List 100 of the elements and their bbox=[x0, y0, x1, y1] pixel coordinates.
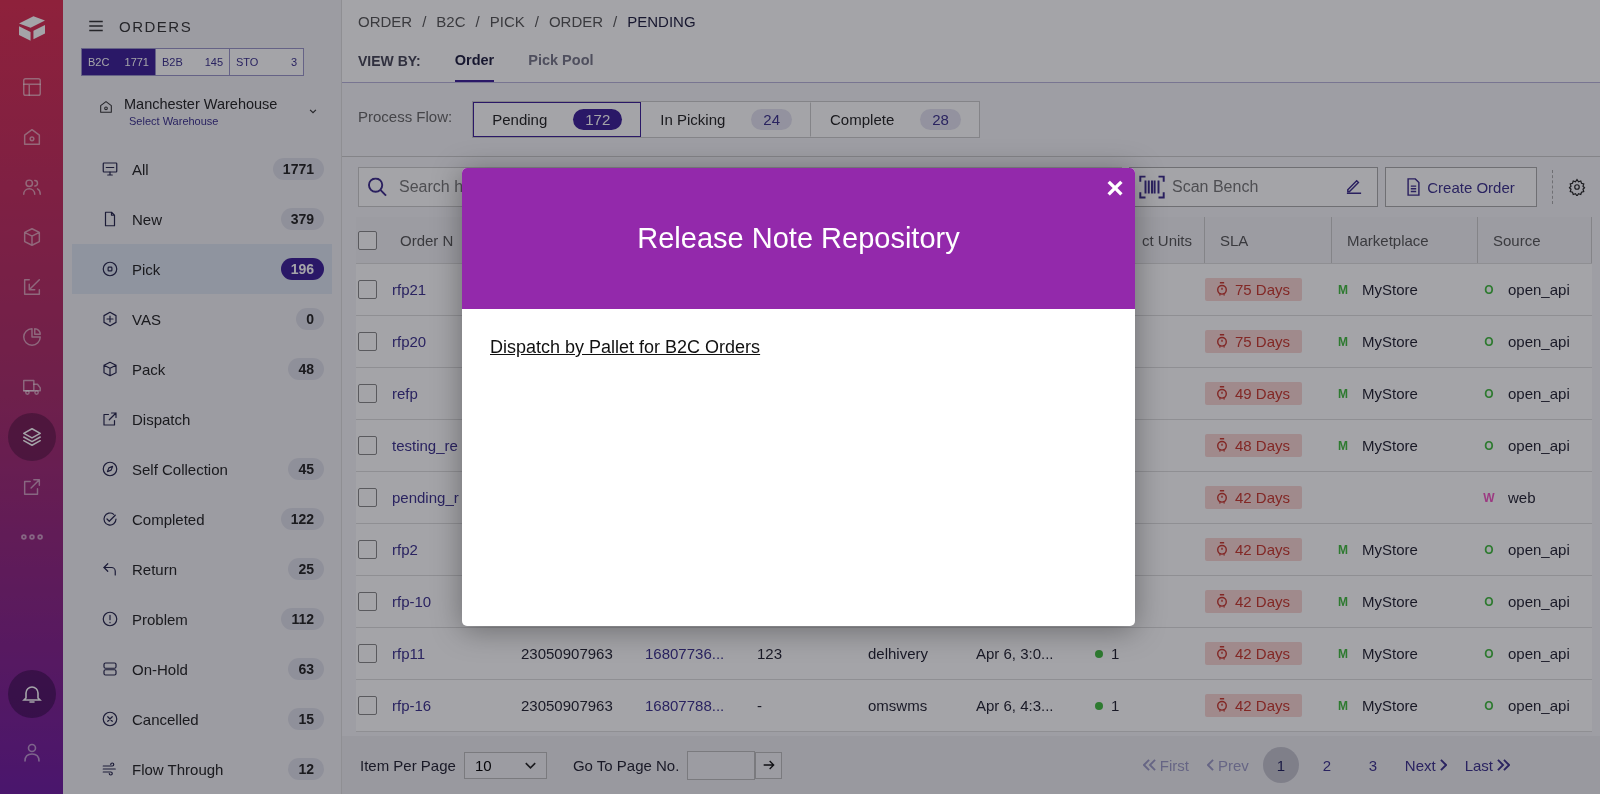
view-by-label: VIEW BY: bbox=[358, 53, 421, 69]
sidebar-item[interactable]: New 379 bbox=[72, 194, 332, 244]
initial-letter: M bbox=[1337, 542, 1349, 557]
count-badge: 45 bbox=[288, 458, 324, 480]
order-link[interactable]: pending_r bbox=[392, 489, 459, 506]
item-label: New bbox=[132, 210, 163, 228]
breadcrumb-item[interactable]: B2C bbox=[436, 12, 466, 30]
item-label: VAS bbox=[132, 310, 162, 328]
order-link[interactable]: rfp-10 bbox=[392, 593, 432, 610]
scan-field[interactable]: Scan Bench bbox=[1129, 167, 1378, 207]
return-arrow-icon bbox=[101, 560, 119, 578]
initial-letter: M bbox=[1337, 334, 1349, 349]
view-tab[interactable]: Order bbox=[454, 40, 495, 82]
order-link[interactable]: refp bbox=[392, 385, 418, 402]
stopwatch-icon bbox=[1217, 438, 1227, 453]
plus-icon bbox=[101, 310, 119, 328]
column-header: ct Units bbox=[1142, 231, 1192, 249]
column-header: Source bbox=[1493, 231, 1541, 249]
row-checkbox[interactable] bbox=[358, 384, 377, 403]
order-link[interactable]: rfp2 bbox=[392, 541, 418, 558]
sidebar-item[interactable]: Pick 196 bbox=[72, 244, 332, 294]
close-button[interactable]: × bbox=[1101, 174, 1129, 202]
sidebar-item[interactable]: Dispatch bbox=[72, 394, 332, 444]
page-number-field[interactable] bbox=[687, 750, 756, 780]
breadcrumb-item[interactable]: ORDER bbox=[358, 12, 413, 30]
initial-letter: M bbox=[1337, 282, 1349, 297]
document-icon bbox=[1407, 178, 1421, 196]
sidebar-item[interactable]: Cancelled 15 bbox=[72, 694, 332, 744]
sidebar-item[interactable]: Completed 122 bbox=[72, 494, 332, 544]
initial-letter: O bbox=[1483, 438, 1495, 453]
table-cell: Apr 6, 4:3... bbox=[976, 697, 1054, 714]
double-chevron-icon bbox=[1497, 759, 1510, 771]
initial-letter: W bbox=[1483, 490, 1495, 505]
row-checkbox[interactable] bbox=[358, 436, 377, 455]
next-page-button[interactable]: Next bbox=[1398, 756, 1453, 774]
sidebar-item[interactable]: Return 25 bbox=[72, 544, 332, 594]
layers-icon bbox=[20, 426, 43, 448]
table-cell: open_api bbox=[1508, 281, 1570, 298]
sidebar-item[interactable]: VAS 0 bbox=[72, 294, 332, 344]
order-link[interactable]: testing_re bbox=[392, 437, 458, 454]
release-note-link[interactable]: Dispatch by Pallet for B2C Orders bbox=[490, 337, 761, 357]
count-badge: 63 bbox=[288, 658, 324, 680]
row-checkbox[interactable] bbox=[358, 540, 377, 559]
row-checkbox[interactable] bbox=[358, 332, 377, 351]
order-link[interactable]: rfp-16 bbox=[392, 697, 432, 714]
channel-tab[interactable]: B2B 145 bbox=[156, 49, 230, 75]
alert-icon bbox=[101, 610, 119, 628]
sidebar-item[interactable]: Pack 48 bbox=[72, 344, 332, 394]
create-order-button[interactable]: Create Order bbox=[1385, 167, 1537, 207]
initial-letter: O bbox=[1483, 542, 1495, 557]
channel-tab[interactable]: B2C 1771 bbox=[82, 49, 156, 75]
table-cell: open_api bbox=[1508, 593, 1570, 610]
go-button[interactable] bbox=[755, 751, 783, 779]
row-checkbox[interactable] bbox=[358, 592, 377, 611]
row-checkbox[interactable] bbox=[358, 280, 377, 299]
page-button[interactable]: 2 bbox=[1308, 747, 1345, 783]
table-cell: open_api bbox=[1508, 437, 1570, 454]
row-checkbox[interactable] bbox=[358, 488, 377, 507]
breadcrumb-separator: / bbox=[475, 12, 480, 30]
column-header: Marketplace bbox=[1347, 231, 1429, 249]
breadcrumb-item[interactable]: PICK bbox=[489, 12, 525, 30]
count-badge: 1771 bbox=[272, 158, 324, 180]
dialog-title: Release Note Repository bbox=[637, 222, 960, 255]
go-to-page-label: Go To Page No. bbox=[572, 756, 680, 774]
table-cell: 123 bbox=[757, 645, 783, 662]
sidebar-item[interactable]: On-Hold 63 bbox=[72, 644, 332, 694]
breadcrumb-item[interactable]: ORDER bbox=[548, 12, 604, 30]
count-badge: 25 bbox=[288, 558, 324, 580]
sidebar-item[interactable]: All 1771 bbox=[72, 144, 332, 194]
channel-tab[interactable]: STO 3 bbox=[230, 49, 303, 75]
last-page-button[interactable]: Last bbox=[1458, 756, 1516, 774]
sla-badge: 42 Days bbox=[1205, 694, 1303, 717]
breadcrumb-item: PENDING bbox=[627, 12, 696, 30]
settings-icon[interactable] bbox=[1568, 178, 1586, 196]
sidebar-item[interactable]: Problem 112 bbox=[72, 594, 332, 644]
row-checkbox[interactable] bbox=[358, 696, 377, 715]
count-badge: 122 bbox=[280, 508, 324, 530]
view-tab[interactable]: Pick Pool bbox=[528, 40, 594, 82]
count-badge: 15 bbox=[288, 708, 324, 730]
per-page-select[interactable]: 10 bbox=[463, 751, 547, 779]
order-id-link[interactable]: 16807788... bbox=[645, 697, 725, 714]
item-label: All bbox=[132, 160, 150, 178]
wind-icon bbox=[101, 760, 119, 778]
row-checkbox[interactable] bbox=[358, 644, 377, 663]
stopwatch-icon bbox=[1217, 646, 1227, 661]
select-warehouse-link[interactable]: Select Warehouse bbox=[129, 115, 296, 127]
select-all-checkbox[interactable] bbox=[358, 230, 377, 250]
count-badge: 48 bbox=[288, 358, 324, 380]
page-button[interactable]: 3 bbox=[1354, 747, 1391, 783]
sidebar-item[interactable]: Flow Through 12 bbox=[72, 744, 332, 794]
sidebar-item[interactable]: Self Collection 45 bbox=[72, 444, 332, 494]
edit-icon[interactable] bbox=[1346, 179, 1362, 195]
process-step-tab[interactable]: Pending 172 bbox=[473, 102, 642, 137]
stopwatch-icon bbox=[1217, 386, 1227, 401]
order-id-link[interactable]: 16807736... bbox=[645, 645, 725, 662]
page-button[interactable]: 1 bbox=[1262, 747, 1299, 783]
order-link[interactable]: rfp21 bbox=[392, 281, 427, 298]
table-cell: web bbox=[1508, 489, 1536, 506]
order-link[interactable]: rfp11 bbox=[392, 645, 426, 662]
order-link[interactable]: rfp20 bbox=[392, 333, 427, 350]
